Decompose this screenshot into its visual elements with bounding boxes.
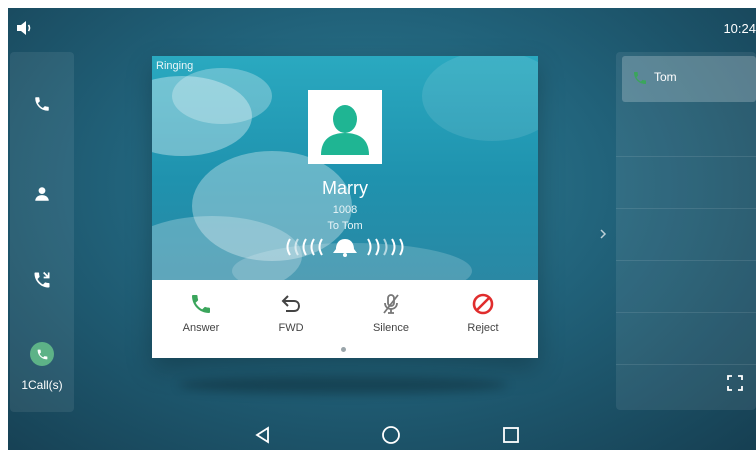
- clock: 10:24: [723, 21, 756, 36]
- call-history-icon: [34, 271, 50, 288]
- divider: [616, 364, 756, 365]
- page-indicator-dot: [341, 347, 346, 352]
- callee-label: To Tom: [327, 220, 363, 232]
- navigation-bar: [8, 418, 756, 450]
- reject-icon: [472, 293, 494, 315]
- phone-icon: [37, 349, 47, 359]
- call-state-label: Ringing: [156, 60, 194, 72]
- left-nav: 1Call(s): [10, 52, 74, 412]
- bell-icon: [286, 238, 404, 257]
- call-list-panel: Tom: [616, 52, 756, 410]
- reject-button[interactable]: Reject: [448, 292, 518, 342]
- status-bar: 10:24: [8, 8, 756, 48]
- forward-button[interactable]: FWD: [256, 292, 326, 342]
- chevron-right-icon[interactable]: [599, 228, 607, 240]
- call-actions: Answer FWD Silence Reject: [152, 280, 538, 358]
- volume-icon[interactable]: [16, 20, 34, 36]
- call-list-item-name: Tom: [654, 70, 677, 84]
- contact-avatar-icon: [321, 105, 369, 155]
- expand-icon[interactable]: [726, 374, 744, 392]
- incoming-call-card: Ringing Marry 1008 To Tom Answer FWD Sil…: [152, 56, 538, 358]
- nav-history-button[interactable]: [26, 264, 58, 296]
- divider: [616, 156, 756, 157]
- silence-button[interactable]: Silence: [356, 292, 426, 342]
- reject-label: Reject: [467, 322, 499, 334]
- home-icon[interactable]: [380, 424, 402, 446]
- answer-button[interactable]: Answer: [166, 292, 236, 342]
- caller-number: 1008: [332, 204, 358, 216]
- phone-icon: [634, 72, 646, 84]
- phone-icon: [35, 97, 49, 111]
- back-icon[interactable]: [252, 424, 274, 446]
- contact-icon: [35, 187, 49, 201]
- mute-microphone-icon: [383, 294, 399, 314]
- active-call-indicator[interactable]: [30, 342, 54, 366]
- silence-label: Silence: [372, 322, 410, 334]
- recent-apps-icon[interactable]: [500, 424, 522, 446]
- forward-label: FWD: [278, 322, 304, 334]
- divider: [616, 260, 756, 261]
- card-shadow: [178, 376, 508, 394]
- phone-screen: 10:24 1Call(s) Ringing Marry 1008 To Tom…: [8, 8, 756, 450]
- caller-info-panel: Ringing Marry 1008 To Tom: [152, 56, 538, 280]
- phone-icon: [192, 295, 210, 313]
- nav-phone-button[interactable]: [26, 88, 58, 120]
- divider: [616, 312, 756, 313]
- divider: [616, 208, 756, 209]
- calls-count-label[interactable]: 1Call(s): [10, 378, 74, 392]
- answer-label: Answer: [182, 322, 220, 334]
- caller-name: Marry: [322, 178, 368, 198]
- call-list-item[interactable]: Tom: [622, 56, 756, 102]
- nav-contacts-button[interactable]: [26, 178, 58, 210]
- avatar: [308, 90, 382, 164]
- forward-icon: [281, 295, 301, 312]
